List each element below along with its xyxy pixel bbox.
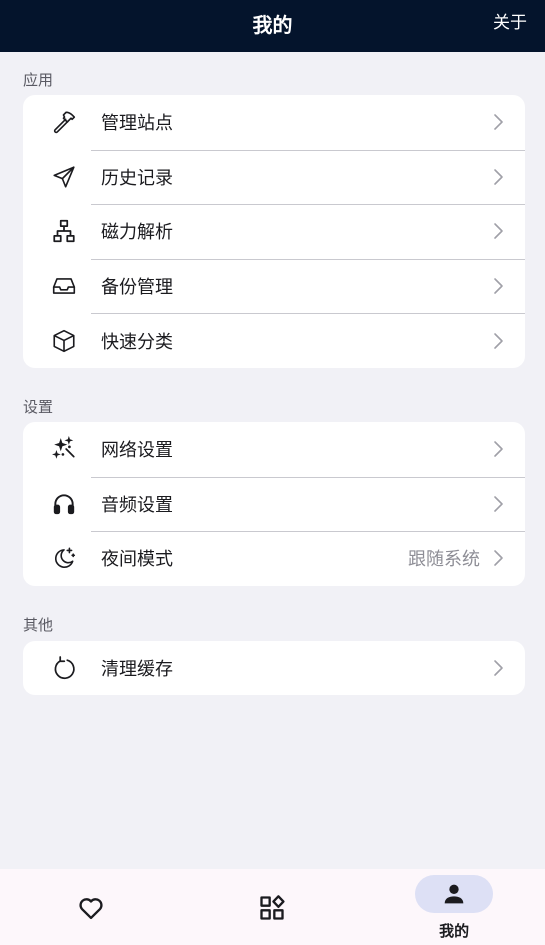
- chevron-right-icon: [491, 332, 505, 350]
- headphones-icon: [51, 491, 77, 517]
- apps-card: 管理站点 历史记录 磁力解析 备份管理 快速分类: [23, 95, 525, 368]
- nav-tab-label: 我的: [439, 922, 470, 940]
- person-icon: [444, 884, 464, 904]
- settings-card: 网络设置 音频设置 夜间模式 跟随系统: [23, 422, 525, 586]
- chevron-right-icon: [491, 549, 505, 567]
- nav-active-indicator: [415, 875, 494, 913]
- nav-icon-container: [233, 889, 311, 927]
- menu-item-night-mode[interactable]: 夜间模式 跟随系统: [23, 531, 525, 586]
- nav-tab-favorites[interactable]: [0, 869, 182, 945]
- menu-item-history[interactable]: 历史记录: [23, 149, 525, 205]
- menu-item-label: 磁力解析: [101, 222, 173, 244]
- nav-tab-apps[interactable]: [182, 869, 364, 945]
- chevron-right-icon: [491, 440, 505, 458]
- chevron-right-icon: [491, 495, 505, 513]
- night-mode-value: 跟随系统: [408, 549, 480, 571]
- menu-item-network-settings[interactable]: 网络设置: [23, 422, 525, 477]
- refresh-icon: [51, 655, 77, 681]
- sparkles-icon: [51, 436, 77, 462]
- menu-item-quick-category[interactable]: 快速分类: [23, 313, 525, 368]
- send-icon: [51, 164, 77, 190]
- menu-item-label: 备份管理: [101, 277, 173, 299]
- apps-icon: [260, 895, 285, 920]
- other-card: 清理缓存: [23, 641, 525, 695]
- menu-item-audio-settings[interactable]: 音频设置: [23, 476, 525, 532]
- chevron-right-icon: [491, 222, 505, 240]
- hammer-icon: [51, 109, 77, 135]
- moon-stars-icon: [51, 545, 77, 571]
- menu-item-manage-sites[interactable]: 管理站点: [23, 95, 525, 150]
- about-button[interactable]: 关于: [493, 0, 527, 46]
- heart-icon: [79, 898, 103, 920]
- section-label-settings: 设置: [23, 398, 54, 416]
- menu-item-label: 历史记录: [101, 167, 173, 189]
- menu-item-label: 音频设置: [101, 494, 173, 516]
- menu-item-label: 快速分类: [101, 331, 173, 353]
- sitemap-icon: [51, 218, 77, 244]
- menu-item-label: 清理缓存: [101, 659, 173, 680]
- bottom-navigation: 我的: [0, 869, 545, 945]
- section-label-other: 其他: [23, 616, 54, 634]
- nav-icon-container: [52, 889, 130, 927]
- menu-item-label: 网络设置: [101, 440, 173, 462]
- menu-item-label: 管理站点: [101, 113, 173, 135]
- app-header: 我的 关于: [0, 0, 545, 52]
- menu-item-clear-cache[interactable]: 清理缓存: [23, 641, 525, 695]
- cube-icon: [51, 328, 77, 354]
- chevron-right-icon: [491, 113, 505, 131]
- menu-item-magnet-parse[interactable]: 磁力解析: [23, 204, 525, 259]
- menu-item-label: 夜间模式: [101, 549, 173, 571]
- page-title: 我的: [252, 13, 293, 37]
- nav-tab-mine[interactable]: 我的: [363, 869, 545, 945]
- menu-item-backup[interactable]: 备份管理: [23, 258, 525, 314]
- chevron-right-icon: [491, 168, 505, 186]
- inbox-icon: [51, 273, 77, 299]
- chevron-right-icon: [491, 659, 505, 677]
- section-label-apps: 应用: [23, 71, 54, 89]
- chevron-right-icon: [491, 277, 505, 295]
